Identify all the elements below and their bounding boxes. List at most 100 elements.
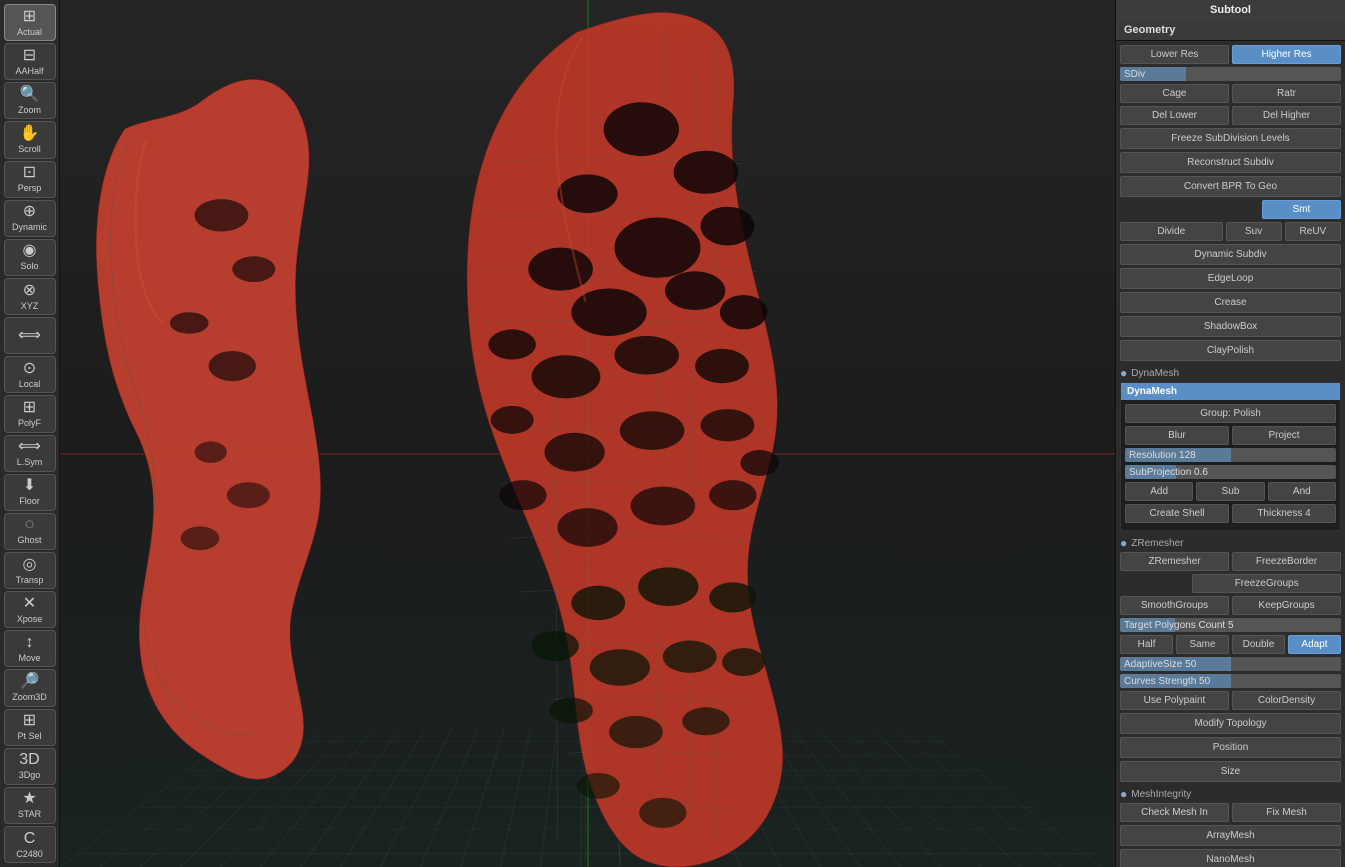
ratr-btn[interactable]: Ratr <box>1232 84 1341 103</box>
and-btn[interactable]: And <box>1268 482 1336 501</box>
reconstruct-subdiv-btn[interactable]: Reconstruct Subdiv <box>1120 152 1341 173</box>
edgeloop-btn[interactable]: EdgeLoop <box>1120 268 1341 289</box>
del-higher-btn[interactable]: Del Higher <box>1232 106 1341 125</box>
tool-solo[interactable]: ◉ Solo <box>4 239 56 276</box>
viewport[interactable] <box>60 0 1115 867</box>
adaptive-size-slider[interactable]: AdaptiveSize 50 <box>1120 657 1341 671</box>
divide-row: Divide Suv ReUV <box>1120 222 1341 241</box>
create-shell-btn[interactable]: Create Shell <box>1125 504 1229 523</box>
claypolish-btn[interactable]: ClayPolish <box>1120 340 1341 361</box>
lower-res-btn[interactable]: Lower Res <box>1120 45 1229 64</box>
position-btn[interactable]: Position <box>1120 737 1341 758</box>
tool-sym[interactable]: ⟺ <box>4 317 56 354</box>
fix-mesh-btn[interactable]: Fix Mesh <box>1232 803 1341 822</box>
tool-floor[interactable]: ⬇ Floor <box>4 474 56 511</box>
project-btn[interactable]: Project <box>1232 426 1336 445</box>
right-model <box>467 12 783 866</box>
use-polypaint-btn[interactable]: Use Polypaint <box>1120 691 1229 710</box>
subprojection-slider[interactable]: SubProjection 0.6 <box>1125 465 1336 479</box>
tool-solo-label: Solo <box>20 261 38 271</box>
tool-aahalf-label: AAHalf <box>15 66 43 76</box>
smooth-groups-btn[interactable]: SmoothGroups <box>1120 596 1229 615</box>
cage-btn[interactable]: Cage <box>1120 84 1229 103</box>
divide-btn[interactable]: Divide <box>1120 222 1223 241</box>
tool-xpose[interactable]: ✕ Xpose <box>4 591 56 628</box>
crease-btn[interactable]: Crease <box>1120 292 1341 313</box>
curves-strength-label: Curves Strength 50 <box>1120 674 1341 688</box>
tool-move[interactable]: ↕ Move <box>4 630 56 667</box>
solo-icon: ◉ <box>23 243 37 259</box>
zremesher-btn[interactable]: ZRemesher <box>1120 552 1229 571</box>
tool-zoom3d[interactable]: 🔎 Zoom3D <box>4 669 56 706</box>
tool-aahalf[interactable]: ⊟ AAHalf <box>4 43 56 80</box>
tool-xyz[interactable]: ⊗ XYZ <box>4 278 56 315</box>
persp-icon: ⊡ <box>23 165 36 181</box>
tool-zoom[interactable]: 🔍 Zoom <box>4 82 56 119</box>
tool-lsym[interactable]: ⟺ L.Sym <box>4 435 56 472</box>
tool-persp-label: Persp <box>18 183 42 193</box>
half-same-double-row: Half Same Double Adapt <box>1120 635 1341 654</box>
curves-strength-slider[interactable]: Curves Strength 50 <box>1120 674 1341 688</box>
tool-polyf[interactable]: ⊞ PolyF <box>4 395 56 432</box>
tool-3dgo[interactable]: 3D 3Dgo <box>4 748 56 785</box>
subtool-header: Subtool <box>1116 0 1345 20</box>
transp-icon: ◎ <box>23 557 37 573</box>
smt-btn[interactable]: Smt <box>1262 200 1341 219</box>
aahalf-icon: ⊟ <box>23 48 36 64</box>
tool-dynamic[interactable]: ⊕ Dynamic <box>4 200 56 237</box>
right-panel: Subtool Geometry Lower Res Higher Res SD… <box>1115 0 1345 867</box>
convert-bpr-btn[interactable]: Convert BPR To Geo <box>1120 176 1341 197</box>
tool-ptsel[interactable]: ⊞ Pt Sel <box>4 709 56 746</box>
half-btn[interactable]: Half <box>1120 635 1173 654</box>
local-icon: ⊙ <box>23 361 36 377</box>
model-svg <box>60 0 1115 867</box>
modify-topology-btn[interactable]: Modify Topology <box>1120 713 1341 734</box>
tool-persp[interactable]: ⊡ Persp <box>4 161 56 198</box>
tool-star[interactable]: ★ STAR <box>4 787 56 824</box>
target-polygons-label: Target Polygons Count 5 <box>1120 618 1341 632</box>
tool-local[interactable]: ⊙ Local <box>4 356 56 393</box>
del-lower-btn[interactable]: Del Lower <box>1120 106 1229 125</box>
thickness-btn[interactable]: Thickness 4 <box>1232 504 1336 523</box>
array-mesh-btn[interactable]: ArrayMesh <box>1120 825 1341 846</box>
nano-mesh-btn[interactable]: NanoMesh <box>1120 849 1341 867</box>
double-btn[interactable]: Double <box>1232 635 1285 654</box>
tool-scroll[interactable]: ✋ Scroll <box>4 121 56 158</box>
add-btn[interactable]: Add <box>1125 482 1193 501</box>
reuv-btn[interactable]: ReUV <box>1285 222 1341 241</box>
tool-lsym-label: L.Sym <box>17 457 43 467</box>
shadowbox-btn[interactable]: ShadowBox <box>1120 316 1341 337</box>
group-polish-btn[interactable]: Group: Polish <box>1125 404 1336 423</box>
resolution-slider[interactable]: Resolution 128 <box>1125 448 1336 462</box>
freeze-subdiv-btn[interactable]: Freeze SubDivision Levels <box>1120 128 1341 149</box>
geometry-body: Lower Res Higher Res SDiv Cage Ratr Del … <box>1116 41 1345 867</box>
tool-transp[interactable]: ◎ Transp <box>4 552 56 589</box>
freeze-border-btn[interactable]: FreezeBorder <box>1232 552 1341 571</box>
bullet-icon: ● <box>1120 366 1127 380</box>
tool-c2480[interactable]: C C2480 <box>4 826 56 863</box>
tool-ghost[interactable]: ◌ Ghost <box>4 513 56 550</box>
freeze-groups-btn[interactable]: FreezeGroups <box>1192 574 1341 593</box>
check-mesh-btn[interactable]: Check Mesh In <box>1120 803 1229 822</box>
sub-btn[interactable]: Sub <box>1196 482 1264 501</box>
dynamesh-section-label: DynaMesh <box>1131 368 1179 379</box>
create-shell-row: Create Shell Thickness 4 <box>1125 504 1336 523</box>
same-btn[interactable]: Same <box>1176 635 1229 654</box>
sdiv-slider[interactable]: SDiv <box>1120 67 1341 81</box>
higher-res-btn[interactable]: Higher Res <box>1232 45 1341 64</box>
keep-groups-btn[interactable]: KeepGroups <box>1232 596 1341 615</box>
adapt-btn[interactable]: Adapt <box>1288 635 1341 654</box>
color-density-btn[interactable]: ColorDensity <box>1232 691 1341 710</box>
tool-actual[interactable]: ⊞ Actual <box>4 4 56 41</box>
smt-row: Smt <box>1120 200 1341 219</box>
tool-xpose-label: Xpose <box>17 614 43 624</box>
del-row: Del Lower Del Higher <box>1120 106 1341 125</box>
geometry-label: Geometry <box>1124 24 1175 36</box>
dynamic-subdiv-btn[interactable]: Dynamic Subdiv <box>1120 244 1341 265</box>
suv-btn[interactable]: Suv <box>1226 222 1282 241</box>
target-polygons-slider[interactable]: Target Polygons Count 5 <box>1120 618 1341 632</box>
size-btn[interactable]: Size <box>1120 761 1341 782</box>
res-row: Lower Res Higher Res <box>1120 45 1341 64</box>
blur-btn[interactable]: Blur <box>1125 426 1229 445</box>
add-sub-and-row: Add Sub And <box>1125 482 1336 501</box>
